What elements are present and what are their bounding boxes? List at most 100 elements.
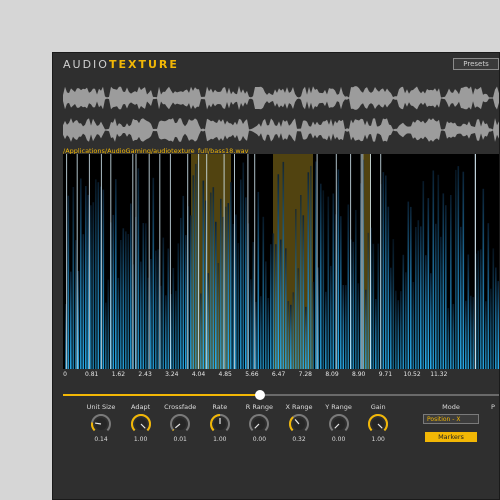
- spectrogram-column: [120, 240, 122, 369]
- knob-dial[interactable]: [90, 413, 112, 435]
- spectrogram-column: [212, 187, 215, 369]
- spectrogram-column: [410, 206, 412, 369]
- waveform-top[interactable]: [63, 84, 500, 112]
- knob-value: 0.14: [94, 436, 108, 443]
- spectrogram-marker: [335, 154, 337, 369]
- presets-button[interactable]: Presets: [453, 58, 499, 70]
- spectrogram-column: [237, 243, 240, 369]
- position-slider-fill: [63, 394, 261, 396]
- time-tick-label: 8.09: [325, 371, 339, 378]
- knob-dial[interactable]: [248, 413, 270, 435]
- spectrogram-column: [310, 165, 312, 369]
- time-tick-label: 1.62: [111, 371, 126, 378]
- knob-crossfade[interactable]: Crossfade 0.01: [160, 403, 200, 443]
- spectrogram-column: [285, 248, 287, 369]
- position-slider-handle[interactable]: [255, 390, 266, 400]
- time-tick-label: 9.71: [378, 371, 393, 378]
- time-tick-label: 4.85: [218, 371, 232, 378]
- spectrogram-column: [207, 273, 210, 369]
- spectrogram-marker: [234, 154, 235, 369]
- knob-dial[interactable]: [328, 413, 350, 435]
- spectrogram-column: [117, 277, 120, 369]
- spectrogram-column: [472, 297, 475, 369]
- spectrogram-column: [442, 193, 445, 369]
- spectrogram-marker: [247, 154, 249, 369]
- spectrogram-column: [490, 288, 492, 369]
- spectrogram-column: [420, 226, 422, 369]
- spectrogram-column: [430, 273, 432, 369]
- spectrogram-column: [242, 162, 245, 369]
- waveform-bottom[interactable]: [63, 116, 500, 144]
- knob-label: Y Range: [325, 403, 352, 411]
- spectrogram-column: [495, 267, 497, 369]
- spectrogram-column: [192, 175, 195, 369]
- spectrogram-column: [75, 240, 77, 369]
- spectrogram-column: [327, 196, 330, 369]
- mode-panel: Mode Position - X Markers: [421, 403, 481, 442]
- markers-button[interactable]: Markers: [425, 432, 477, 442]
- knob-gain[interactable]: Gain 1.00: [358, 403, 398, 443]
- spectrogram-marker: [362, 154, 364, 369]
- spectrogram-column: [280, 239, 282, 369]
- spectrogram-marker: [88, 154, 90, 369]
- knob-value: 1.00: [133, 436, 148, 443]
- spectrogram-column: [210, 192, 212, 369]
- spectrogram-column: [482, 188, 485, 369]
- spectrogram-column: [385, 175, 387, 369]
- title-texture: TEXTURE: [108, 58, 179, 71]
- spectrogram-column: [365, 289, 367, 369]
- spectrogram-column: [487, 223, 490, 369]
- spectrogram-marker: [223, 154, 225, 369]
- knob-r-range[interactable]: R Range 0.00: [239, 403, 279, 443]
- spectrogram-column: [232, 223, 235, 369]
- spectrogram-marker: [76, 154, 78, 369]
- mode-select[interactable]: Position - X: [423, 414, 479, 424]
- knob-x-range[interactable]: X Range 0.32: [279, 403, 319, 443]
- spectrogram-column: [455, 169, 457, 369]
- position-slider[interactable]: [63, 390, 499, 400]
- spectrogram-marker: [135, 154, 137, 369]
- spectrogram-column: [142, 223, 145, 369]
- spectrogram-marker: [360, 154, 362, 369]
- knob-value: 0.00: [252, 436, 267, 443]
- spectrogram-column: [392, 239, 395, 369]
- knob-dial[interactable]: [169, 413, 191, 435]
- spectrogram-column: [240, 179, 242, 369]
- spectrogram-column: [202, 180, 205, 369]
- spectrogram-column: [367, 232, 370, 369]
- spectrogram-column: [105, 302, 107, 369]
- spectrogram-column: [302, 215, 305, 369]
- knob-y-range[interactable]: Y Range 0.00: [319, 403, 359, 443]
- knob-dial[interactable]: [209, 413, 231, 435]
- knob-value: 0.32: [292, 436, 306, 443]
- spectrogram-column: [190, 215, 192, 369]
- spectrogram-column: [157, 249, 160, 369]
- spectrogram-column: [282, 161, 285, 369]
- knob-value: 0.00: [331, 436, 346, 443]
- spectrogram-column: [387, 206, 390, 369]
- spectrogram-column: [330, 265, 332, 369]
- knob-dial[interactable]: [288, 413, 310, 435]
- spectrogram-column: [80, 178, 82, 369]
- spectrogram-column: [390, 267, 392, 369]
- spectrogram-view[interactable]: [63, 154, 500, 369]
- knob-unit-size[interactable]: Unit Size 0.14: [81, 403, 121, 443]
- spectrogram-column: [177, 243, 180, 369]
- spectrogram-column: [412, 282, 415, 369]
- spectrogram-marker: [110, 154, 112, 369]
- knob-value: 1.00: [371, 436, 385, 443]
- knob-rate[interactable]: Rate 1.00: [200, 403, 240, 443]
- spectrogram-marker: [66, 154, 68, 369]
- knob-dial[interactable]: [367, 413, 389, 435]
- spectrogram-column: [297, 268, 300, 369]
- time-tick-label: 6.47: [271, 371, 286, 378]
- spectrogram-column: [452, 303, 455, 369]
- spectrogram-column: [425, 255, 427, 369]
- knob-adapt[interactable]: Adapt 1.00: [121, 403, 161, 443]
- spectrogram-column: [437, 174, 440, 369]
- spectrogram-column: [287, 301, 290, 369]
- knob-dial[interactable]: [130, 413, 152, 435]
- knob-value: 1.00: [213, 436, 227, 443]
- spectrogram-column: [477, 250, 480, 369]
- app-title: AUDIOTEXTURE: [63, 58, 179, 71]
